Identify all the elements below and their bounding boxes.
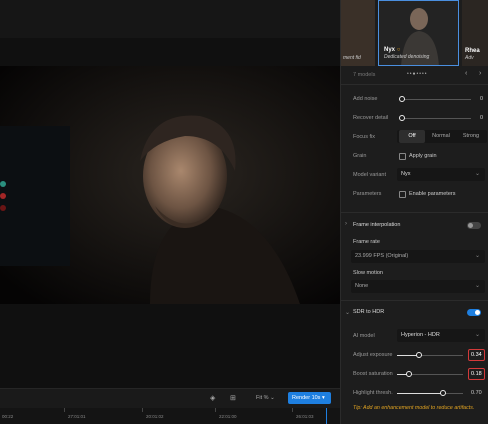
carousel-dots[interactable]: ••●••••	[407, 71, 428, 77]
model-description: Dedicated denoising	[384, 54, 430, 60]
chevron-down-icon: ⌄	[270, 395, 275, 401]
timeline-label: 27:01:01	[68, 414, 86, 419]
crop-icon[interactable]: ⊞	[230, 394, 236, 402]
timeline-label: 00:22	[2, 414, 14, 419]
timeline[interactable]: 00:22 27:01:01 20:01:02 22:01:00 26:01:0…	[0, 408, 340, 424]
recover-detail-slider[interactable]	[399, 115, 471, 121]
model-variant-label: Model variant	[353, 172, 387, 178]
highlight-thresh-label: Highlight thresh.	[353, 390, 393, 396]
preview-top-area	[0, 0, 340, 38]
ai-model-label: AI model	[353, 333, 375, 339]
adjust-exposure-label: Adjust exposure	[353, 352, 393, 358]
recover-detail-value: 0	[480, 115, 484, 121]
grain-label: Grain	[353, 153, 367, 159]
boost-saturation-label: Boost saturation	[353, 371, 393, 377]
chevron-right-icon[interactable]: ›	[345, 221, 347, 227]
apply-grain-label: Apply grain	[409, 153, 437, 159]
boost-saturation-value[interactable]: 0.18	[468, 368, 485, 380]
model-card-selected[interactable]: Nyx ○ Dedicated denoising	[378, 0, 459, 66]
frame-interpolation-toggle[interactable]	[467, 222, 481, 229]
recover-detail-label: Recover detail	[353, 115, 389, 121]
model-name: Nyx	[384, 47, 396, 53]
sdr-to-hdr-toggle[interactable]	[467, 309, 481, 316]
add-noise-slider[interactable]	[399, 96, 471, 102]
playhead[interactable]	[326, 408, 327, 424]
ai-model-select[interactable]: Hyperion - HDR ⌄	[397, 329, 485, 342]
chevron-right-icon[interactable]: ›	[479, 70, 481, 77]
add-noise-label: Add noise	[353, 96, 378, 102]
frame-rate-label: Frame rate	[353, 239, 380, 245]
add-noise-value: 0	[480, 96, 484, 102]
focus-fix-normal[interactable]: Normal	[427, 130, 455, 143]
selected-indicator-icon: ○	[396, 47, 401, 53]
model-card[interactable]: Rhea Adv	[462, 0, 488, 66]
slow-motion-label: Slow motion	[353, 270, 383, 276]
model-card[interactable]: ment fid	[341, 0, 375, 66]
chevron-down-icon: ⌄	[474, 253, 480, 259]
models-count: 7 models	[353, 72, 376, 78]
video-frame-image	[0, 66, 340, 304]
timeline-label: 20:01:02	[146, 414, 164, 419]
sdr-to-hdr-title[interactable]: SDR to HDR	[353, 309, 384, 315]
focus-fix-segmented: Off Normal Strong	[397, 130, 487, 143]
enable-parameters-label: Enable parameters	[409, 191, 456, 197]
frame-interpolation-title[interactable]: Frame interpolation	[353, 222, 400, 228]
enable-parameters-checkbox[interactable]	[399, 191, 406, 198]
video-preview[interactable]	[0, 66, 340, 304]
chevron-left-icon[interactable]: ‹	[465, 70, 467, 77]
chevron-down-icon: ⌄	[474, 332, 480, 338]
frame-rate-select[interactable]: 23.999 FPS (Original) ⌄	[351, 250, 485, 263]
chevron-down-icon: ▾	[321, 395, 325, 401]
adjust-exposure-value[interactable]: 0.34	[468, 349, 485, 361]
chevron-down-icon: ⌄	[474, 171, 480, 177]
preview-lower-area	[0, 304, 340, 388]
adjust-exposure-slider[interactable]	[397, 352, 463, 358]
render-button[interactable]: Render 10s ▾	[288, 392, 331, 404]
tip-text: Tip: Add an enhancement model to reduce …	[353, 405, 475, 411]
focus-fix-off[interactable]: Off	[399, 130, 425, 143]
highlight-thresh-slider[interactable]	[397, 390, 463, 396]
boost-saturation-slider[interactable]	[397, 371, 463, 377]
zoom-select[interactable]: Fit % ⌄	[256, 395, 275, 401]
highlight-thresh-value: 0.70	[471, 390, 482, 396]
parameters-label: Parameters	[353, 191, 382, 197]
chevron-down-icon: ⌄	[474, 283, 480, 289]
chevron-down-icon[interactable]: ⌄	[345, 309, 350, 316]
focus-fix-strong[interactable]: Strong	[457, 130, 485, 143]
timeline-label: 22:01:00	[219, 414, 237, 419]
compare-icon[interactable]: ◈	[210, 394, 215, 402]
settings-panel: ment fid Nyx ○ Dedicated denoising Rhea …	[340, 0, 488, 424]
model-variant-select[interactable]: Nyx ⌄	[397, 168, 485, 181]
preview-area: ◈ ⊞ Fit % ⌄ Render 10s ▾ 00:22 27:01:01 …	[0, 0, 340, 424]
focus-fix-label: Focus fix	[353, 134, 376, 140]
timeline-label: 26:01:03	[296, 414, 314, 419]
slow-motion-select[interactable]: None ⌄	[351, 280, 485, 293]
apply-grain-checkbox[interactable]	[399, 153, 406, 160]
